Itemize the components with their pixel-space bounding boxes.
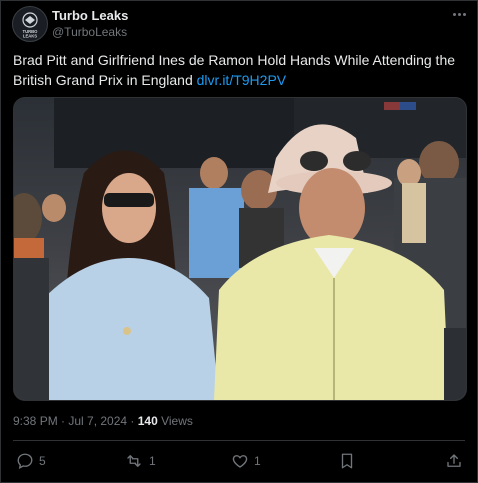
svg-text:LEAKS: LEAKS [23, 34, 37, 39]
author-handle[interactable]: @TurboLeaks [52, 25, 127, 39]
tweet-link[interactable]: dlvr.it/T9H2PV [197, 72, 286, 88]
bookmark-icon [341, 453, 353, 469]
timestamp[interactable]: 9:38 PM · Jul 7, 2024 · [13, 414, 138, 428]
repost-button[interactable]: 1 [124, 450, 156, 472]
turbo-leaks-logo: TURBO LEAKS [22, 12, 38, 39]
views-label: Views [157, 414, 193, 428]
tweet-text: Brad Pitt and Girlfriend Ines de Ramon H… [13, 50, 465, 90]
bookmark-button[interactable] [339, 450, 360, 472]
post-photo[interactable] [13, 97, 467, 401]
share-button[interactable] [445, 450, 468, 472]
share-icon [447, 454, 461, 467]
like-icon [232, 455, 248, 468]
reply-count: 5 [39, 454, 46, 468]
post-meta: 9:38 PM · Jul 7, 2024 · 140 Views [13, 414, 193, 428]
more-icon[interactable] [449, 6, 469, 22]
author-name[interactable]: Turbo Leaks [52, 8, 128, 23]
repost-count: 1 [149, 454, 156, 468]
divider [13, 440, 465, 441]
photo-image [14, 98, 466, 400]
reply-icon [17, 453, 33, 469]
avatar[interactable]: TURBO LEAKS [12, 6, 48, 42]
views-count: 140 [137, 414, 158, 428]
like-button[interactable]: 1 [231, 450, 261, 472]
reply-button[interactable]: 5 [16, 450, 46, 472]
repost-icon [127, 455, 141, 467]
like-count: 1 [254, 454, 261, 468]
